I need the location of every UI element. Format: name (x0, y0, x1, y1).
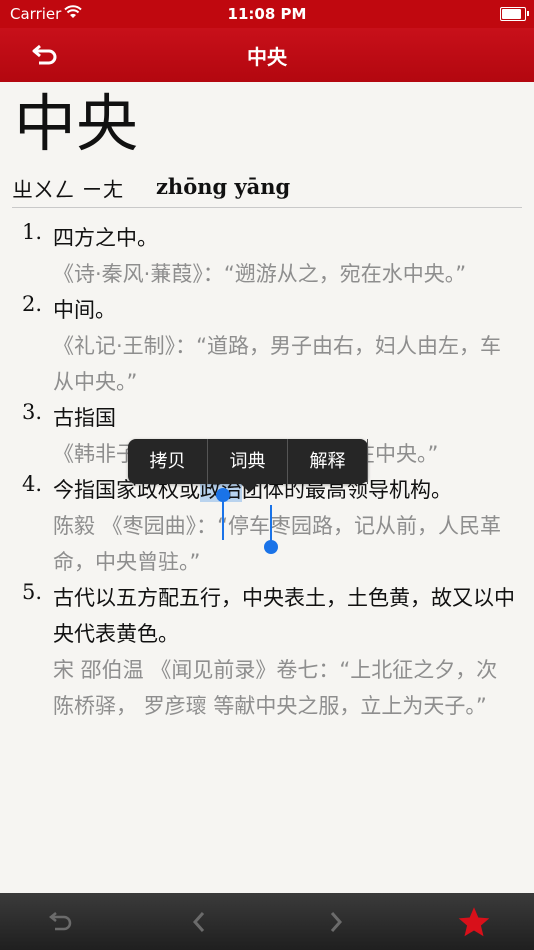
definition-number: 4. (22, 472, 43, 496)
zhuyin-text: ㄓㄨㄥ ㄧㄤ (12, 178, 124, 202)
entry-content: 中央 ㄓㄨㄥ ㄧㄤ zhōng yāng 1. 四方之中。 《诗·秦风·蒹葭》：… (0, 82, 534, 893)
next-icon[interactable] (321, 907, 351, 937)
favorite-star-icon[interactable] (457, 905, 491, 939)
definition-item: 4. 今指国家政权或政治团体的最高领导机构。 陈毅 《枣园曲》：“停车枣园路，记… (0, 472, 534, 580)
explain-menu-item[interactable]: 解释 (288, 439, 368, 484)
divider (12, 207, 522, 208)
selection-start-handle[interactable] (216, 488, 230, 540)
bottom-toolbar (0, 893, 534, 950)
definition-text[interactable]: 古指国 (53, 400, 516, 436)
definition-number: 3. (22, 400, 43, 424)
dictionary-menu-item[interactable]: 词典 (208, 439, 288, 484)
definition-example[interactable]: 《礼记·王制》：“道路，男子由右，妇人由左，车从中央。” (53, 328, 516, 400)
definition-number: 5. (22, 580, 43, 604)
edit-context-menu: 拷贝 词典 解释 (128, 439, 368, 492)
menu-pointer (240, 483, 258, 492)
copy-menu-item[interactable]: 拷贝 (128, 439, 208, 484)
definition-item: 1. 四方之中。 《诗·秦风·蒹葭》：“遡游从之，宛在水中央。” (0, 220, 534, 292)
pinyin-text: zhōng yāng (156, 174, 291, 199)
selection-end-handle[interactable] (264, 505, 278, 554)
battery-icon (500, 7, 529, 21)
definition-text[interactable]: 中间。 (53, 292, 516, 328)
definition-number: 1. (22, 220, 43, 244)
definition-text[interactable]: 古代以五方配五行，中央表土，土色黄，故又以中央代表黄色。 (53, 580, 516, 652)
definition-example[interactable]: 陈毅 《枣园曲》：“停车枣园路，记从前，人民革命，中央曾驻。” (53, 508, 516, 580)
page-title: 中央 (247, 45, 287, 69)
definition-item: 5. 古代以五方配五行，中央表土，土色黄，故又以中央代表黄色。 宋 邵伯温 《闻… (0, 580, 534, 724)
definition-text[interactable]: 四方之中。 (53, 220, 516, 256)
previous-icon[interactable] (184, 907, 214, 937)
definition-number: 2. (22, 292, 43, 316)
clock: 11:08 PM (227, 5, 307, 23)
definition-example[interactable]: 《诗·秦风·蒹葭》：“遡游从之，宛在水中央。” (53, 256, 516, 292)
back-icon[interactable] (46, 907, 76, 937)
headword: 中央 (14, 87, 139, 160)
definition-example[interactable]: 宋 邵伯温 《闻见前录》卷七：“上北征之夕，次 陈桥驿， 罗彦瓌 等献中央之服，… (53, 652, 516, 724)
status-bar: Carrier 11:08 PM (0, 0, 534, 28)
definition-item: 2. 中间。 《礼记·王制》：“道路，男子由右，妇人由左，车从中央。” (0, 292, 534, 400)
navigation-bar: 中央 (0, 28, 534, 82)
